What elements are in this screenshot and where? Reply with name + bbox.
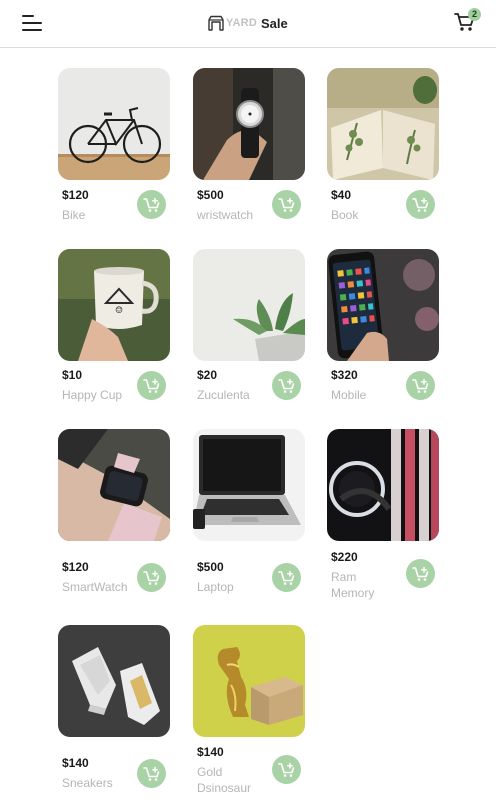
product-card[interactable]: $120 SmartWatch <box>58 429 178 594</box>
add-cart-icon <box>142 378 159 393</box>
book-image[interactable] <box>327 68 439 180</box>
add-to-cart-button[interactable] <box>406 190 435 219</box>
product-card[interactable]: $120 Bike <box>58 68 178 222</box>
product-price: $140 <box>62 756 89 770</box>
add-to-cart-button[interactable] <box>137 190 166 219</box>
svg-text:☺: ☺ <box>115 306 123 316</box>
product-card[interactable]: ☺ $10 Happy Cup <box>58 249 178 402</box>
menu-line <box>22 22 42 24</box>
product-card[interactable]: $220 Ram Memory <box>327 429 447 600</box>
ram-memory-image[interactable] <box>327 429 439 541</box>
product-card[interactable]: $40 Book <box>327 68 447 222</box>
brand-yard: YARD <box>226 17 257 29</box>
product-price: $500 <box>197 188 224 202</box>
product-price: $10 <box>62 368 83 382</box>
smartwatch-image[interactable] <box>58 429 170 541</box>
product-name: wristwatch <box>197 208 254 222</box>
product-price: $120 <box>62 560 89 574</box>
add-to-cart-button[interactable] <box>137 371 166 400</box>
add-to-cart-button[interactable] <box>137 759 166 788</box>
product-card[interactable]: $20 Zuculenta <box>193 249 313 402</box>
add-cart-icon <box>411 378 428 393</box>
product-price: $220 <box>331 550 358 564</box>
product-card[interactable]: $500 Laptop <box>193 429 313 594</box>
menu-line <box>22 15 34 17</box>
product-card[interactable]: $320 Mobile <box>327 249 447 402</box>
product-name: Book <box>331 208 359 222</box>
product-name: SmartWatch <box>62 580 128 594</box>
add-cart-icon <box>277 762 294 777</box>
laptop-image[interactable] <box>193 429 305 541</box>
product-name: Sneakers <box>62 776 113 790</box>
sneakers-image[interactable] <box>58 625 170 737</box>
add-to-cart-button[interactable] <box>406 371 435 400</box>
product-card[interactable]: $140 Sneakers <box>58 625 178 790</box>
product-name: Bike <box>62 208 86 222</box>
wristwatch-image[interactable] <box>193 68 305 180</box>
product-card[interactable]: $140 Gold Dsinosaur <box>193 625 313 795</box>
add-to-cart-button[interactable] <box>406 559 435 588</box>
add-cart-icon <box>411 197 428 212</box>
product-card[interactable]: $500 wristwatch <box>193 68 313 222</box>
gold-dinosaur-image[interactable] <box>193 625 305 737</box>
product-price: $120 <box>62 188 89 202</box>
add-cart-icon <box>277 197 294 212</box>
add-to-cart-button[interactable] <box>272 371 301 400</box>
add-cart-icon <box>142 766 159 781</box>
storefront-icon <box>208 15 224 31</box>
add-to-cart-button[interactable] <box>272 190 301 219</box>
add-cart-icon <box>277 378 294 393</box>
add-cart-icon <box>142 197 159 212</box>
app-header: YARD Sale 2 <box>0 0 496 48</box>
bike-image[interactable] <box>58 68 170 180</box>
brand-logo[interactable]: YARD Sale <box>208 14 288 32</box>
add-to-cart-button[interactable] <box>272 563 301 592</box>
add-cart-icon <box>277 570 294 585</box>
mobile-image[interactable] <box>327 249 439 361</box>
product-name: Ram Memory <box>331 570 375 600</box>
product-name: Laptop <box>197 580 234 594</box>
product-grid: $120 Bike $500 wristwatch $40 Book ☺ $10… <box>0 48 496 800</box>
product-name: Zuculenta <box>197 388 250 402</box>
add-to-cart-button[interactable] <box>272 755 301 784</box>
brand-sale: Sale <box>260 15 288 31</box>
cart-count-badge: 2 <box>468 8 481 21</box>
product-name: Mobile <box>331 388 367 402</box>
zuculenta-image[interactable] <box>193 249 305 361</box>
happy-cup-image[interactable]: ☺ <box>58 249 170 361</box>
product-price: $500 <box>197 560 224 574</box>
product-name: Happy Cup <box>62 388 123 402</box>
menu-button[interactable] <box>22 13 44 33</box>
product-price: $140 <box>197 745 224 759</box>
cart-button[interactable]: 2 <box>454 8 482 36</box>
menu-line <box>22 29 42 31</box>
product-price: $20 <box>197 368 218 382</box>
add-cart-icon <box>411 566 428 581</box>
product-price: $40 <box>331 188 352 202</box>
add-to-cart-button[interactable] <box>137 563 166 592</box>
product-name: Gold Dsinosaur <box>197 765 252 795</box>
add-cart-icon <box>142 570 159 585</box>
product-price: $320 <box>331 368 358 382</box>
